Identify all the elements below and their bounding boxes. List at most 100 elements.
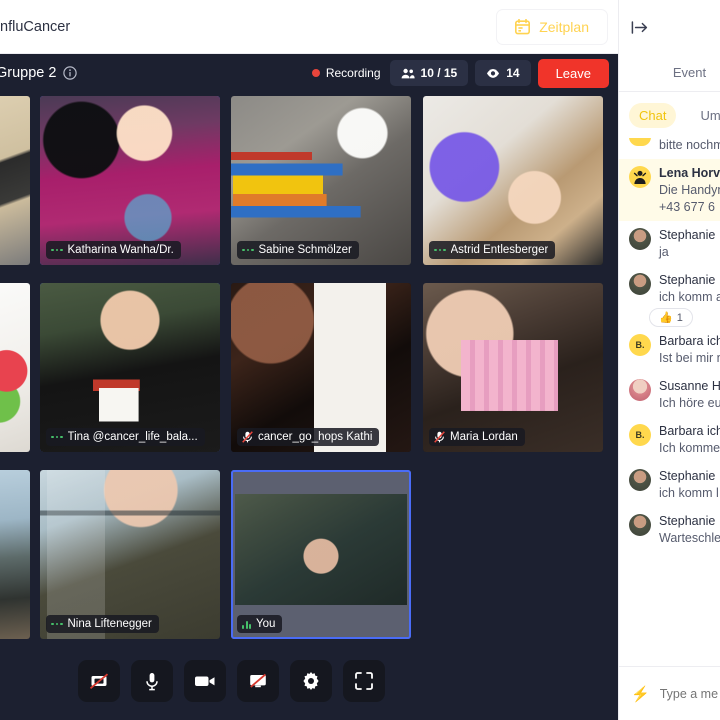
chat-message: Stephanie ich komm l: [619, 462, 720, 507]
participant-name-badge: Katharina Wanha/Dr.: [46, 241, 181, 259]
fullscreen-icon: [355, 672, 373, 690]
tab-umfrage[interactable]: Umfrage: [690, 103, 720, 128]
present-off-icon: [250, 673, 266, 688]
chat-message-text: ich komm a: [659, 290, 720, 304]
recording-label: Recording: [325, 66, 381, 80]
video-tile[interactable]: Tina @cancer_life_bala...: [40, 283, 220, 452]
avatar-initials: B.: [635, 340, 645, 350]
microphone-button[interactable]: [131, 660, 173, 702]
participant-name: cancer_go_hops Kathi: [258, 431, 373, 443]
participant-name-badge: Tina @cancer_life_bala...: [46, 428, 205, 446]
info-icon[interactable]: [63, 66, 78, 80]
meeting-column: InfluCancer Zeitplan Gruppe 2 Recording …: [0, 0, 618, 720]
video-tile[interactable]: Sabine Schmölzer: [231, 96, 411, 265]
chat-message-author: Barbara ich: [659, 424, 720, 438]
chat-input-row: ⚡: [619, 666, 720, 720]
viewers-count: 14: [506, 66, 520, 80]
avatar: [629, 273, 651, 295]
eye-icon: [487, 68, 500, 78]
present-off-button[interactable]: [237, 660, 279, 702]
settings-button[interactable]: [290, 660, 332, 702]
lego-overlay: [40, 283, 220, 452]
chat-message-text: Ich komme: [659, 441, 720, 455]
screen-share-off-button[interactable]: [78, 660, 120, 702]
mic-dots-icon: [51, 248, 63, 252]
panel-tab-label: Event: [672, 65, 707, 80]
participant-name: Tina @cancer_life_bala...: [67, 431, 198, 443]
chat-message-text: Ist bei mir n: [659, 351, 720, 365]
video-tile[interactable]: cancer_go_hops Kathi: [231, 283, 411, 452]
video-tile[interactable]: Maria Lordan: [423, 283, 603, 452]
gear-icon: [303, 672, 319, 690]
app-root: InfluCancer Zeitplan Gruppe 2 Recording …: [0, 0, 720, 720]
message-reaction[interactable]: 👍 1: [649, 308, 693, 327]
chat-message-body: Barbara ich Ich komme: [659, 424, 720, 455]
participant-name: You: [256, 618, 276, 630]
video-tile[interactable]: Katharina Wanha/Dr.: [40, 96, 220, 265]
video-tile[interactable]: [0, 470, 30, 639]
avatar: [629, 469, 651, 491]
chat-message: Susanne H Ich höre eu: [619, 372, 720, 417]
lightning-icon[interactable]: ⚡: [631, 685, 650, 703]
participant-name-badge: Maria Lordan: [429, 428, 525, 446]
avatar: [629, 514, 651, 536]
control-bar: [0, 642, 618, 720]
chat-message-body: Stephanie ich komm l: [659, 469, 719, 500]
participant-video: [423, 96, 603, 265]
avatar: [629, 228, 651, 250]
participants-pill[interactable]: 10 / 15: [389, 60, 469, 86]
chat-message-body: Susanne H Ich höre eu: [659, 379, 720, 410]
chat-message-text-line2: +43 677 6: [659, 200, 715, 214]
avatar: [629, 138, 651, 146]
chat-message-body: Stephanie ja: [659, 228, 716, 259]
chat-message-author: Stephanie: [659, 228, 716, 242]
chat-message: Lena Horva Die Handyn +43 677 6: [619, 159, 720, 221]
participant-video: [0, 470, 30, 639]
video-tile[interactable]: Nina Liftenegger: [40, 470, 220, 639]
leave-button[interactable]: Leave: [537, 58, 609, 88]
calendar-icon: [515, 18, 531, 35]
microphone-icon: [146, 672, 158, 690]
chat-subtabs: Chat Umfrage: [619, 92, 720, 138]
schedule-button[interactable]: Zeitplan: [496, 8, 608, 45]
self-video: [235, 494, 407, 605]
chat-message-author: Barbara ich: [659, 334, 720, 348]
meeting-bar: Gruppe 2 Recording 10 / 15 14 Leave: [0, 54, 618, 92]
video-tile[interactable]: [0, 96, 30, 265]
chat-message-list[interactable]: bitte nochm Lena Horva Die Handyn +43 67…: [619, 138, 720, 666]
fullscreen-button[interactable]: [343, 660, 385, 702]
room-info: Gruppe 2: [0, 65, 78, 81]
chat-message-body: bitte nochm: [659, 138, 720, 152]
chat-message-text: Warteschle: [659, 531, 720, 545]
avatar-initials: B.: [635, 430, 645, 440]
chat-message-author: Susanne H: [659, 379, 720, 393]
viewers-pill[interactable]: 14: [475, 60, 531, 86]
room-name: Gruppe 2: [0, 65, 57, 81]
chat-message: Stephanie Warteschle: [619, 507, 720, 552]
collapse-panel-icon[interactable]: [631, 19, 648, 36]
window-overlay: [40, 470, 220, 639]
chat-message-text: ja: [659, 245, 669, 259]
panel-tab-event[interactable]: Event: [619, 54, 720, 92]
chat-message-author: Stephanie: [659, 514, 716, 528]
mic-dots-icon: [434, 248, 446, 252]
participant-video: [0, 96, 30, 265]
participant-name: Nina Liftenegger: [67, 618, 152, 630]
camera-button[interactable]: [184, 660, 226, 702]
video-tile[interactable]: Astrid Entlesberger: [423, 96, 603, 265]
chat-message-text: bitte nochm: [659, 138, 720, 152]
chat-message-body: Lena Horva Die Handyn +43 677 6: [659, 166, 720, 214]
tab-chat[interactable]: Chat: [629, 102, 677, 128]
audio-level-icon: [242, 620, 251, 629]
participant-name: Astrid Entlesberger: [450, 244, 549, 256]
chat-message-author: Stephanie: [659, 469, 716, 483]
chat-panel-header: [619, 0, 720, 54]
reaction-count: 1: [676, 311, 683, 324]
chat-input[interactable]: [659, 686, 720, 701]
participant-video: [40, 96, 220, 265]
video-tile[interactable]: [0, 283, 30, 452]
video-tile-self[interactable]: You: [231, 470, 411, 639]
chat-message-text: ich komm l: [659, 486, 719, 500]
chat-message-body: Stephanie ich komm a: [659, 273, 720, 304]
chat-message-body: Barbara ich Ist bei mir n: [659, 334, 720, 365]
